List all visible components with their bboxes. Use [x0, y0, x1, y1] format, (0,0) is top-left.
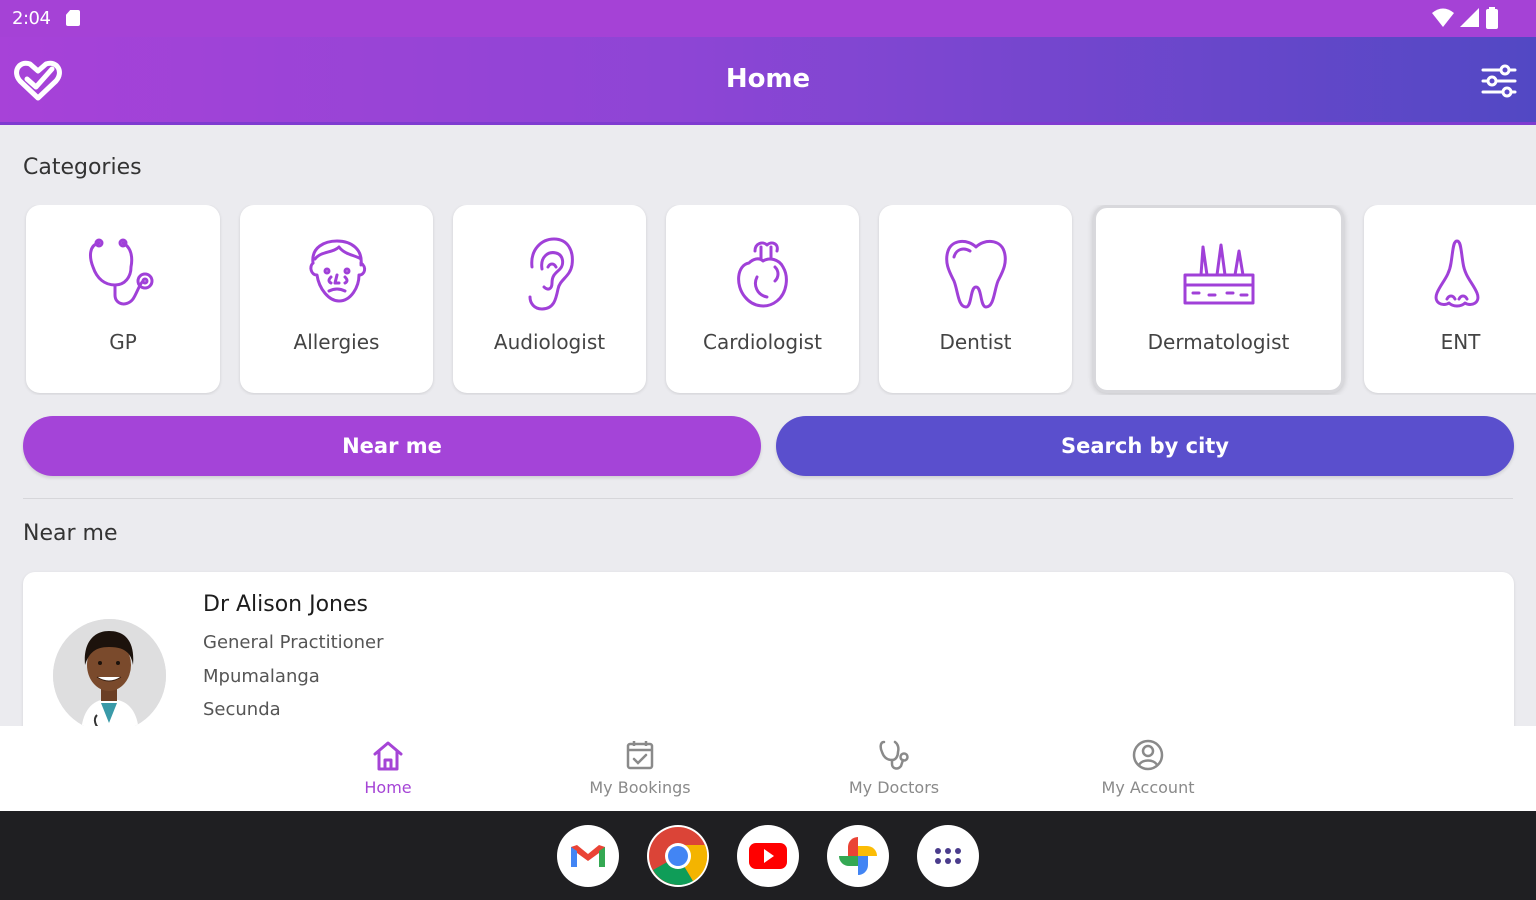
page-title: Home	[725, 64, 811, 94]
doctor-name: Dr Alison Jones	[203, 592, 368, 617]
category-label: Audiologist	[493, 330, 606, 354]
avatar	[53, 619, 166, 732]
calendar-check-icon	[626, 741, 654, 770]
category-dermatologist[interactable]: Dermatologist	[1093, 205, 1344, 393]
divider	[23, 498, 1513, 499]
sliders-icon[interactable]	[1480, 63, 1518, 99]
signal-icon	[1460, 8, 1479, 27]
status-bar: 2:04	[0, 0, 1536, 37]
category-label: GP	[109, 330, 137, 354]
nav-item-my-account[interactable]: My Account	[1058, 726, 1238, 811]
category-label: Dentist	[939, 330, 1012, 354]
doctor-specialty: General Practitioner	[203, 632, 384, 653]
nose-icon	[1434, 239, 1480, 308]
category-label: Dermatologist	[1147, 330, 1290, 354]
categories-carousel[interactable]: GP Allergies Audiologist Cardiologist De…	[0, 205, 1536, 395]
skin-layers-icon	[1183, 243, 1254, 305]
nav-label: My Doctors	[848, 778, 940, 797]
home-icon	[373, 741, 403, 771]
chrome-icon[interactable]	[647, 825, 709, 887]
category-label: Cardiologist	[703, 330, 822, 354]
category-dentist[interactable]: Dentist	[879, 205, 1072, 393]
category-cardiologist[interactable]: Cardiologist	[666, 205, 859, 393]
categories-title: Categories	[23, 155, 142, 180]
photos-icon[interactable]	[827, 825, 889, 887]
taskbar	[0, 811, 1536, 900]
doctor-province: Mpumalanga	[203, 666, 320, 687]
nav-label: Home	[364, 778, 412, 797]
category-gp[interactable]: GP	[26, 205, 220, 393]
wifi-icon	[1432, 8, 1454, 27]
sd-card-icon	[66, 10, 80, 26]
near-me-title: Near me	[23, 521, 118, 546]
category-label: Allergies	[293, 330, 380, 354]
category-allergies[interactable]: Allergies	[240, 205, 433, 393]
doctor-city: Secunda	[203, 699, 281, 720]
status-time: 2:04	[12, 8, 51, 29]
nav-label: My Account	[1101, 778, 1195, 797]
user-circle-icon	[1132, 739, 1164, 771]
tooth-icon	[944, 240, 1007, 309]
app-drawer-icon[interactable]	[917, 825, 979, 887]
nav-item-home[interactable]: Home	[298, 726, 478, 811]
nav-label: My Bookings	[589, 778, 691, 797]
heart-organ-icon	[736, 241, 788, 308]
status-icons	[1432, 7, 1498, 29]
stethoscope-icon	[879, 740, 909, 770]
nav-item-my-doctors[interactable]: My Doctors	[804, 726, 984, 811]
category-label: ENT	[1440, 330, 1481, 354]
category-ent[interactable]: ENT	[1364, 205, 1536, 393]
category-audiologist[interactable]: Audiologist	[453, 205, 646, 393]
battery-icon	[1486, 7, 1498, 29]
ear-icon	[528, 237, 574, 311]
gmail-icon[interactable]	[557, 825, 619, 887]
bottom-nav: Home My Bookings My Doctors My Account	[0, 726, 1536, 811]
search-by-city-button[interactable]: Search by city	[776, 416, 1514, 476]
near-me-button[interactable]: Near me	[23, 416, 761, 476]
nav-item-my-bookings[interactable]: My Bookings	[550, 726, 730, 811]
stethoscope-icon	[89, 238, 154, 306]
allergy-face-icon	[308, 239, 366, 303]
app-bar: Home	[0, 37, 1536, 125]
youtube-icon[interactable]	[737, 825, 799, 887]
